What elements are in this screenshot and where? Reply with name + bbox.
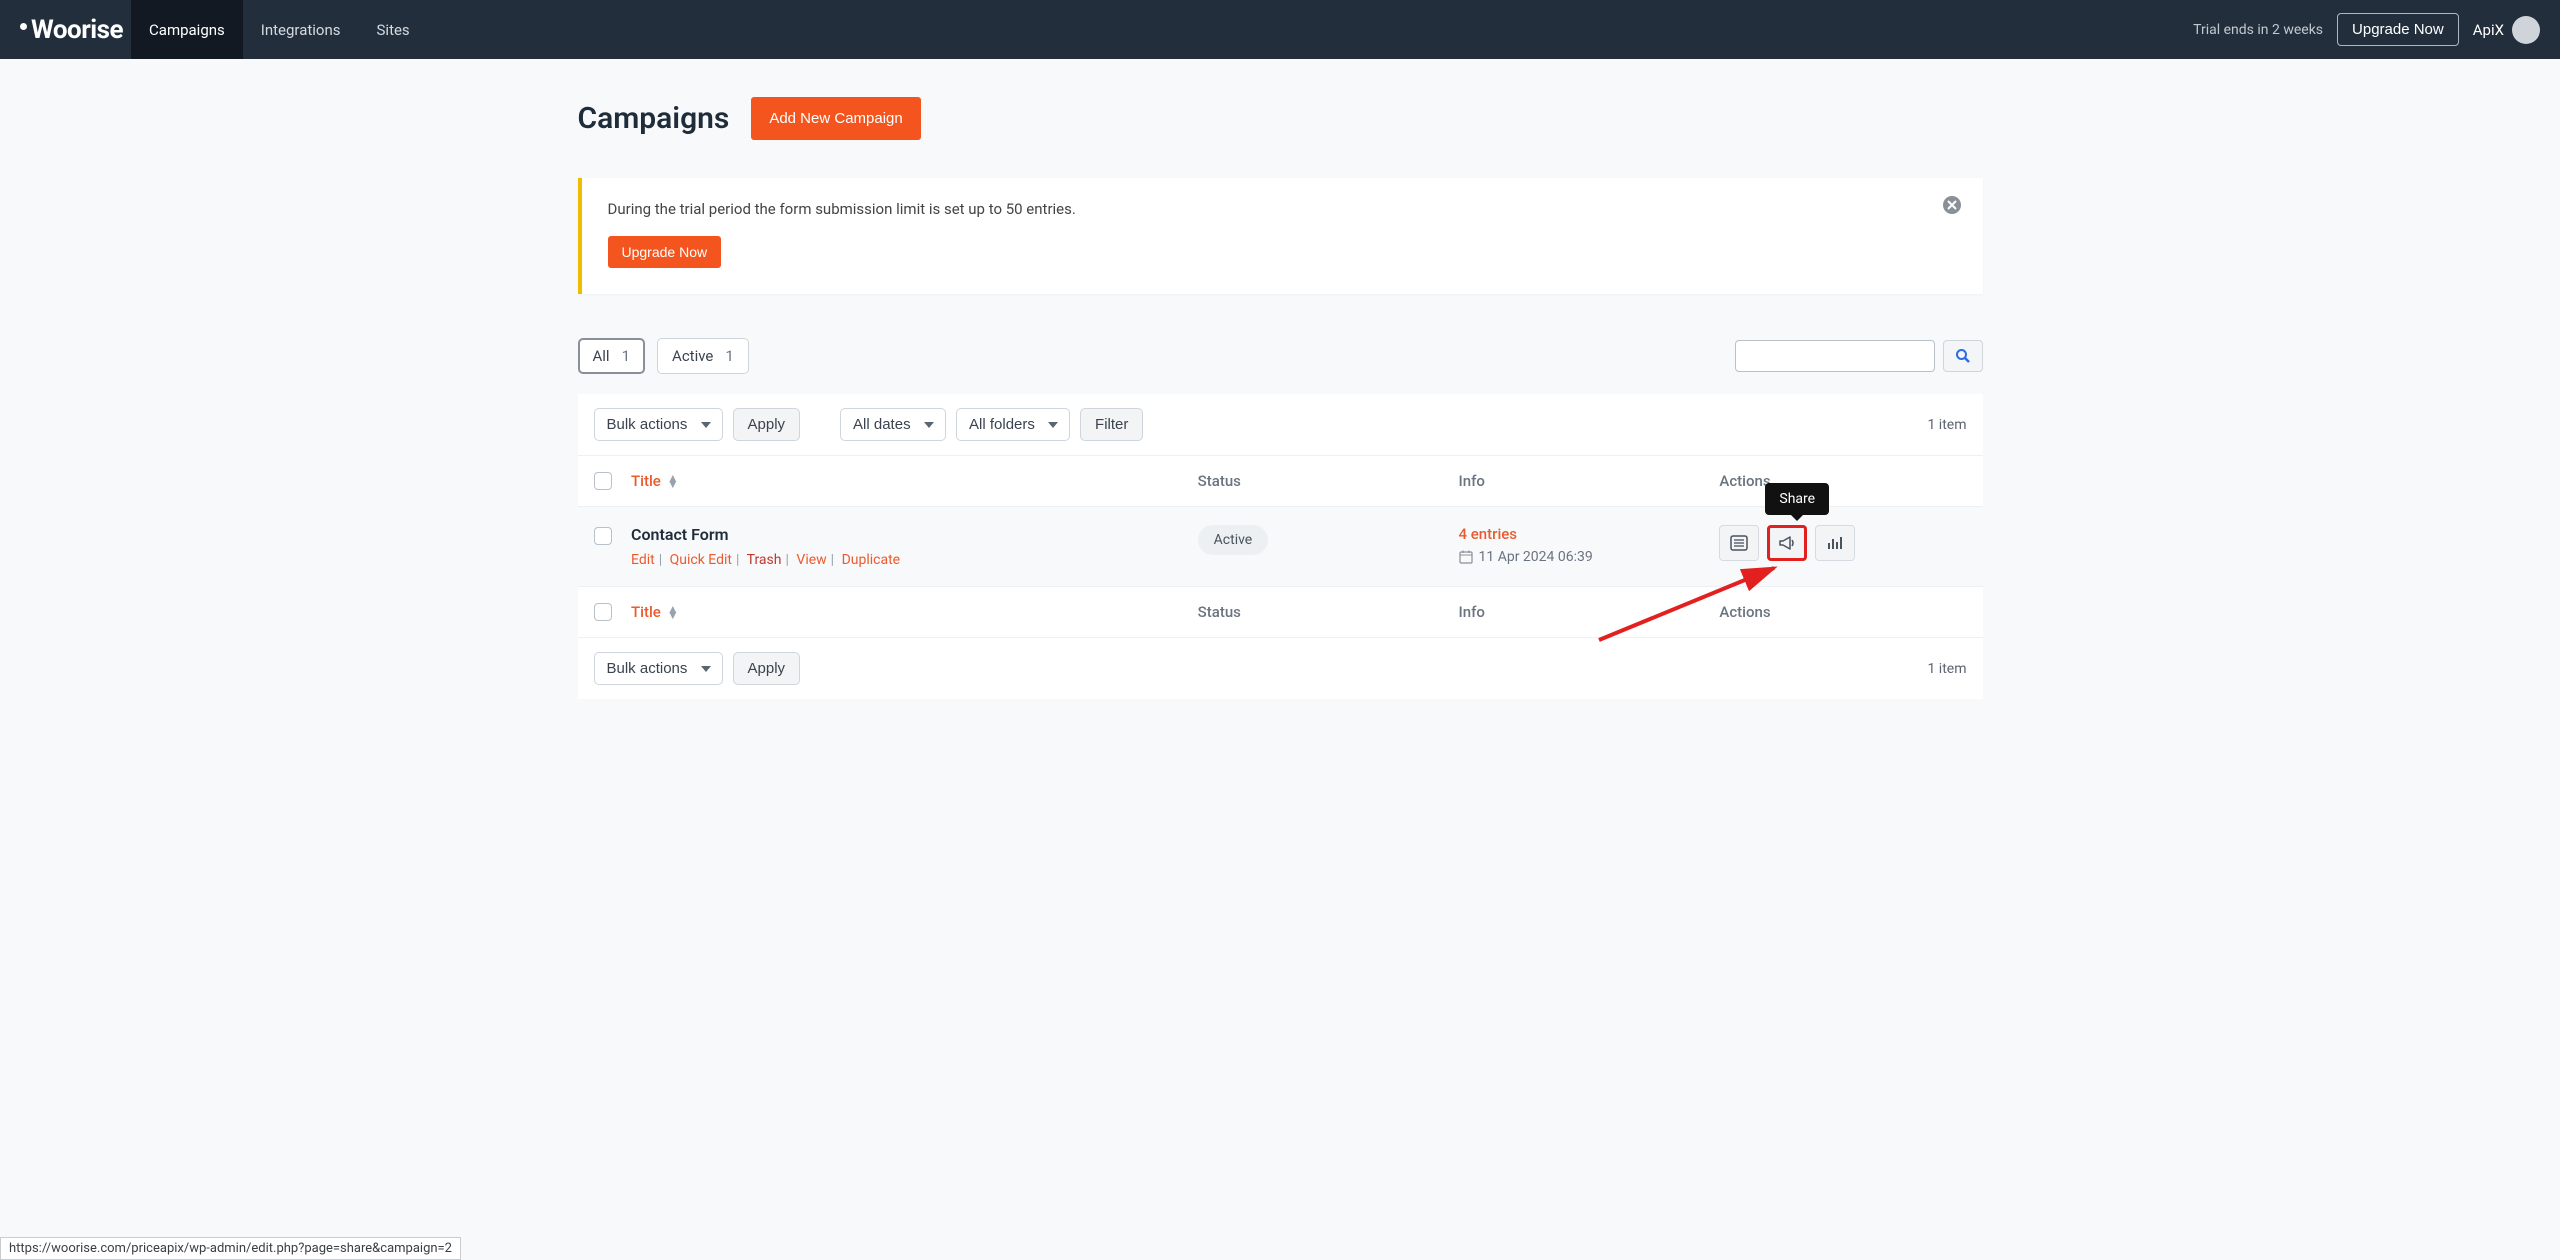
select-all-checkbox[interactable] [594,472,612,490]
item-count-top: 1 item [1927,417,1966,433]
item-count-bottom: 1 item [1927,661,1966,677]
actions-cell: Share [1719,525,1966,561]
notice-text: During the trial period the form submiss… [608,200,1957,218]
dates-select[interactable]: All dates [840,408,946,441]
share-tooltip: Share [1765,483,1829,515]
col-header-title[interactable]: Title ▲▼ [631,472,1198,490]
bulk-actions-select-bottom[interactable]: Bulk actions [594,652,723,685]
nav-items: Campaigns Integrations Sites [131,0,428,59]
share-button[interactable] [1767,525,1807,561]
filter-row: All 1 Active 1 [578,338,1983,374]
duplicate-link[interactable]: Duplicate [842,552,901,568]
col-footer-title[interactable]: Title ▲▼ [631,603,1198,621]
megaphone-icon [1778,535,1796,551]
upgrade-button-nav[interactable]: Upgrade Now [2337,13,2459,46]
calendar-icon [1459,550,1473,564]
campaigns-table: Title ▲▼ Status Info Actions Contact For… [578,455,1983,637]
username: ApiX [2473,21,2504,39]
apply-button[interactable]: Apply [733,408,801,441]
campaign-title[interactable]: Contact Form [631,525,1198,544]
entries-button[interactable] [1719,525,1759,561]
nav-campaigns[interactable]: Campaigns [131,0,243,59]
toolbar: Bulk actions Apply All dates All folders… [578,394,1983,455]
filter-all-label: All [593,347,610,365]
row-checkbox[interactable] [594,527,612,545]
row-actions: Edit| Quick Edit| Trash| View| Duplicate [631,552,1198,568]
filter-tab-active[interactable]: Active 1 [657,338,749,374]
trial-notice: During the trial period the form submiss… [578,178,1983,294]
list-icon [1730,535,1748,551]
filter-tab-all[interactable]: All 1 [578,338,646,374]
page-title: Campaigns [578,101,730,136]
search-input[interactable] [1735,340,1935,372]
filter-active-count: 1 [725,347,733,365]
status-badge: Active [1198,525,1269,555]
nav-integrations[interactable]: Integrations [243,0,359,59]
stats-button[interactable] [1815,525,1855,561]
col-header-status: Status [1198,472,1459,490]
browser-status-bar: https://woorise.com/priceapix/wp-admin/e… [0,1237,461,1260]
edit-link[interactable]: Edit [631,552,655,568]
view-link[interactable]: View [796,552,826,568]
search-button[interactable] [1943,340,1983,372]
top-navigation: Woorise Campaigns Integrations Sites Tri… [0,0,2560,59]
search-row [1735,340,1983,372]
filter-active-label: Active [672,347,713,365]
search-icon [1955,348,1971,364]
trash-link[interactable]: Trash [747,552,782,568]
table-row: Contact Form Edit| Quick Edit| Trash| Vi… [578,506,1983,586]
close-icon[interactable] [1943,196,1961,214]
add-campaign-button[interactable]: Add New Campaign [751,97,920,140]
col-footer-actions: Actions [1719,603,1966,621]
upgrade-button-notice[interactable]: Upgrade Now [608,236,722,268]
table-footer: Title ▲▼ Status Info Actions [578,586,1983,637]
filter-all-count: 1 [622,347,630,365]
avatar [2512,16,2540,44]
logo: Woorise [20,15,123,45]
chart-icon [1827,535,1843,551]
user-menu[interactable]: ApiX [2473,16,2540,44]
entries-link[interactable]: 4 entries [1459,525,1720,543]
col-header-info: Info [1459,472,1720,490]
select-all-checkbox-bottom[interactable] [594,603,612,621]
nav-sites[interactable]: Sites [359,0,428,59]
bottom-toolbar: Bulk actions Apply 1 item [578,637,1983,699]
sort-icon: ▲▼ [667,606,679,618]
apply-button-bottom[interactable]: Apply [733,652,801,685]
col-header-actions: Actions [1719,472,1966,490]
sort-icon: ▲▼ [667,475,679,487]
folders-select[interactable]: All folders [956,408,1070,441]
nav-right: Trial ends in 2 weeks Upgrade Now ApiX [2193,13,2540,46]
trial-status: Trial ends in 2 weeks [2193,22,2323,38]
col-footer-status: Status [1198,603,1459,621]
campaign-date: 11 Apr 2024 06:39 [1459,549,1720,565]
col-footer-info: Info [1459,603,1720,621]
bulk-actions-select[interactable]: Bulk actions [594,408,723,441]
filter-button[interactable]: Filter [1080,408,1143,441]
page-header: Campaigns Add New Campaign [578,97,1983,140]
quick-edit-link[interactable]: Quick Edit [670,552,732,568]
